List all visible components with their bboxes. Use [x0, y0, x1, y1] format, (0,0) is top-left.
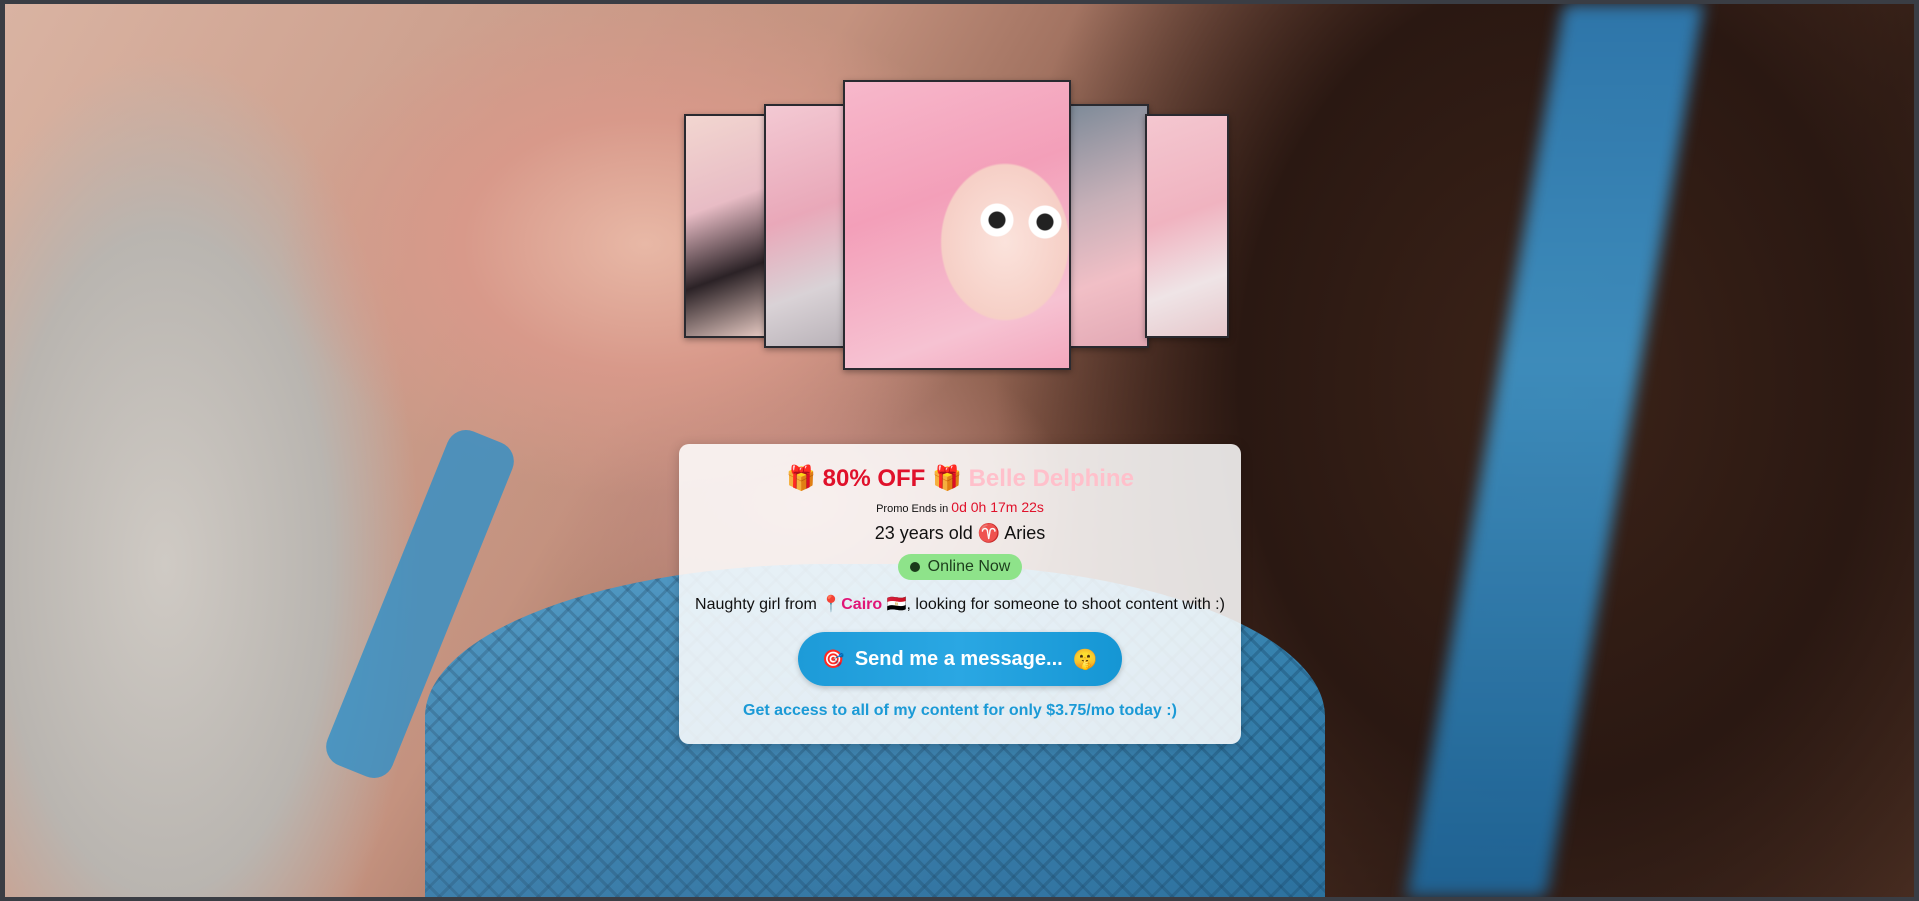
status-text: Online Now [927, 558, 1011, 575]
location-pin-icon: 📍 [821, 596, 842, 613]
model-name: Belle Delphine [968, 465, 1134, 492]
gift-icon: 🎁 [932, 465, 962, 492]
access-offer-link[interactable]: Get access to all of my content for only… [679, 702, 1241, 720]
offer-text: 80% OFF [822, 465, 926, 492]
gallery-photo-4[interactable] [1065, 104, 1149, 348]
bio-suffix: , looking for someone to shoot content w… [906, 596, 1225, 613]
offer-heading: 🎁 80% OFF 🎁 Belle Delphine [679, 464, 1241, 493]
gallery-photo-2[interactable] [764, 104, 848, 348]
gallery-photo-1[interactable] [684, 114, 768, 338]
gallery-photo-5[interactable] [1145, 114, 1229, 338]
promo-label: Promo Ends in [876, 503, 949, 515]
profile-card: 🎁 80% OFF 🎁 Belle Delphine Promo Ends in… [679, 444, 1241, 744]
send-message-label: Send me a message... [854, 647, 1063, 670]
status-dot-icon [909, 562, 920, 572]
bio-text: Naughty girl from 📍Cairo 🇪🇬, looking for… [679, 594, 1241, 614]
promo-timer: 0d 0h 17m 22s [951, 499, 1044, 515]
gallery-photo-featured[interactable] [843, 80, 1071, 370]
online-status-badge: Online Now [897, 554, 1023, 580]
send-message-button[interactable]: 🎯 Send me a message... 🤫 [798, 632, 1122, 686]
shush-emoji-icon: 🤫 [1072, 648, 1098, 671]
promo-countdown: Promo Ends in 0d 0h 17m 22s [679, 499, 1241, 515]
city-name: Cairo [841, 596, 883, 613]
egypt-flag-icon: 🇪🇬 [886, 596, 907, 613]
target-icon: 🎯 [822, 648, 845, 669]
zodiac-text: Aries [1004, 523, 1046, 543]
age-line: 23 years old ♈ Aries [679, 523, 1241, 544]
age-text: 23 years old [874, 523, 973, 543]
bio-prefix: Naughty girl from [695, 596, 817, 613]
aries-icon: ♈ [977, 523, 1001, 543]
gift-icon: 🎁 [786, 465, 816, 492]
